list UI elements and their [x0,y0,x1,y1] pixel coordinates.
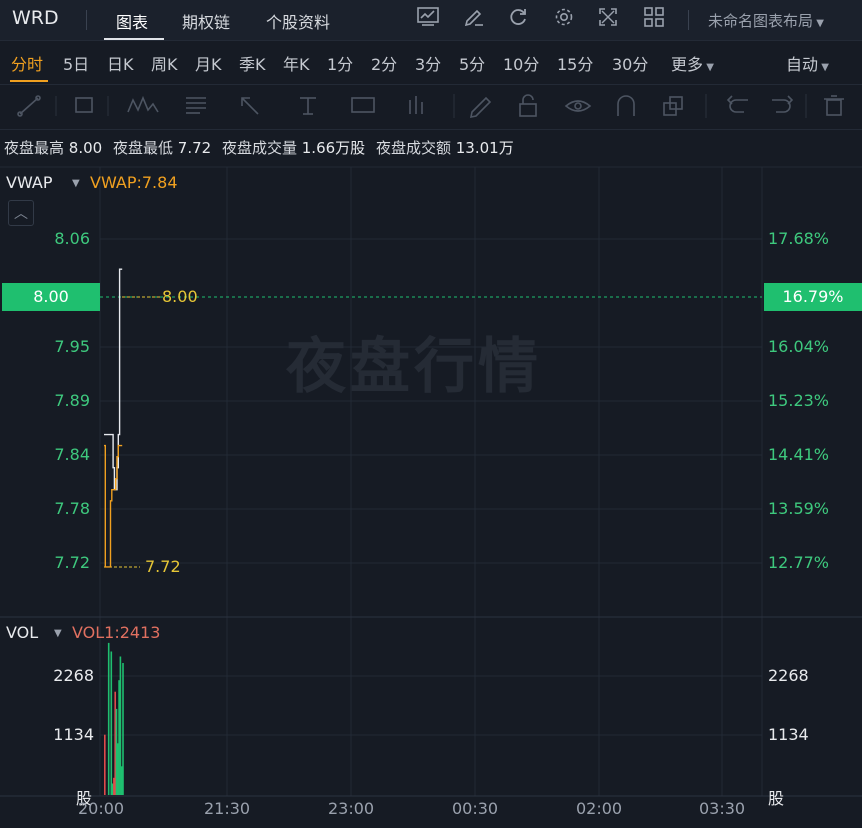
volume-bar [110,651,113,795]
vol-indicator-name[interactable]: VOL [6,623,38,642]
chevron-down-icon[interactable]: ▼ [54,628,62,639]
vol-value: VOL1:2413 [72,623,161,642]
low-marker-label: 7.72 [145,557,181,576]
vol-axis-label-right: 1134 [768,725,809,744]
vwap-indicator-name[interactable]: VWAP [6,173,52,192]
price-axis-label: 8.06 [54,229,90,248]
price-axis-label: 7.95 [54,337,90,356]
chevron-down-icon[interactable]: ▼ [72,178,80,189]
time-axis-label: 03:30 [699,799,746,818]
vol-axis-label: 1134 [53,725,94,744]
pct-axis-label: 16.04% [768,337,830,356]
volume-bar [122,663,124,795]
time-axis-label: 23:00 [328,799,375,818]
vol-unit-label-right: 股 [768,789,785,808]
current-pct-tag: 16.79% [764,283,862,311]
price-axis-label: 7.89 [54,391,90,410]
chevron-up-icon: ︿ [14,206,28,222]
price-chart[interactable] [0,0,862,828]
price-axis-label: 7.72 [54,553,90,572]
vol-axis-label-right: 2268 [768,666,809,685]
collapse-panel-button[interactable]: ︿ [8,200,34,226]
time-axis-label: 00:30 [452,799,499,818]
volume-bar [107,642,110,795]
vol-axis-label: 2268 [53,666,94,685]
vwap-value: VWAP:7.84 [90,173,178,192]
current-price-tag: 8.00 [2,283,100,311]
time-axis-label: 02:00 [576,799,623,818]
watermark: 夜盘行情 [286,332,542,402]
price-axis-label: 7.84 [54,445,90,464]
high-marker-label: 8.00 [162,287,198,306]
pct-axis-label: 14.41% [768,445,830,464]
pct-axis-label: 12.77% [768,553,830,572]
time-axis-label: 20:00 [78,799,125,818]
pct-axis-label: 13.59% [768,499,830,518]
price-line [104,268,123,491]
price-axis-label: 7.78 [54,499,90,518]
pct-axis-label: 17.68% [768,229,830,248]
volume-bar [104,734,106,795]
time-axis-label: 21:30 [204,799,251,818]
pct-axis-label: 15.23% [768,391,830,410]
